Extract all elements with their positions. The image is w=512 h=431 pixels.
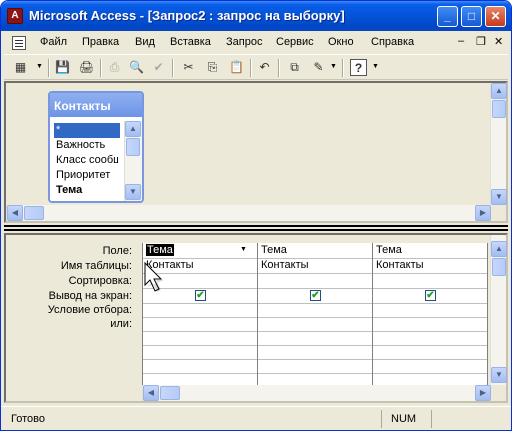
field-cell[interactable]: Тема xyxy=(258,244,287,256)
scroll-thumb[interactable] xyxy=(160,386,180,400)
maximize-button[interactable]: □ xyxy=(461,6,482,27)
field-list-item[interactable]: Важность xyxy=(54,138,118,153)
mdi-close-button[interactable]: ✕ xyxy=(494,35,503,48)
menu-query[interactable]: Запрос xyxy=(226,36,262,48)
row-label-table: Имя таблицы: xyxy=(60,260,132,272)
undo-icon[interactable]: ↶ xyxy=(256,59,273,76)
table-card-title[interactable]: Контакты xyxy=(50,93,142,117)
row-label-or: или: xyxy=(110,318,132,330)
print-icon[interactable]: ⎙ xyxy=(106,59,123,76)
field-list-item[interactable]: Приоритет xyxy=(54,168,118,183)
help-dropdown-icon[interactable]: ▼ xyxy=(372,63,379,70)
table-card-contacts[interactable]: Контакты * Важность Класс сообщения Прио… xyxy=(48,91,144,203)
chevron-down-icon[interactable]: ▼ xyxy=(240,246,247,253)
menu-tools[interactable]: Сервис xyxy=(276,36,314,48)
table-pane-vscrollbar[interactable]: ▲ ▼ xyxy=(490,83,507,205)
grid-vscrollbar[interactable]: ▲ ▼ xyxy=(490,235,507,385)
field-cell[interactable]: Тема ▼ xyxy=(143,244,257,258)
scroll-thumb[interactable] xyxy=(492,100,506,118)
table-pane[interactable]: Контакты * Важность Класс сообщения Прио… xyxy=(4,81,508,223)
design-grid-pane: Поле: Имя таблицы: Сортировка: Вывод на … xyxy=(4,233,508,403)
title-bar[interactable]: A Microsoft Access - [Запрос2 : запрос н… xyxy=(1,1,511,31)
toolbar-separator xyxy=(342,59,344,77)
status-text: Готово xyxy=(11,413,45,425)
run-icon[interactable]: ✎ xyxy=(310,59,327,76)
scroll-left-icon[interactable]: ◀ xyxy=(7,205,23,221)
scroll-up-icon[interactable]: ▲ xyxy=(125,121,141,137)
menu-insert[interactable]: Вставка xyxy=(170,36,211,48)
status-divider xyxy=(431,410,432,428)
field-list-item[interactable]: Класс сообщения xyxy=(54,153,118,168)
menu-bar: Файл Правка Вид Вставка Запрос Сервис Ок… xyxy=(4,32,508,54)
pane-splitter[interactable] xyxy=(4,225,508,231)
query-type-icon[interactable]: ⧉ xyxy=(286,59,303,76)
table-cell[interactable]: Контакты xyxy=(373,259,424,271)
datasheet-view-icon[interactable]: ▦ xyxy=(12,59,29,76)
row-label-sort: Сортировка: xyxy=(68,275,132,287)
field-list-item[interactable]: Тема xyxy=(54,183,118,198)
print-preview-icon[interactable]: 🖨 xyxy=(78,59,95,76)
field-list-scrollbar[interactable]: ▲ ▼ xyxy=(124,121,142,201)
field-cell-value: Тема xyxy=(146,244,174,256)
mdi-minimize-button[interactable]: – xyxy=(458,35,464,47)
scroll-down-icon[interactable]: ▼ xyxy=(491,367,507,383)
toolbar-separator xyxy=(278,59,280,77)
row-label-field: Поле: xyxy=(102,245,132,257)
preview-icon[interactable]: 🔍 xyxy=(128,59,145,76)
field-list-item[interactable]: * xyxy=(54,123,120,138)
menu-window[interactable]: Окно xyxy=(328,36,354,48)
status-divider xyxy=(381,410,382,428)
toolbar-separator xyxy=(48,59,50,77)
toolbar-separator xyxy=(100,59,102,77)
scroll-right-icon[interactable]: ▶ xyxy=(475,385,491,401)
help-icon[interactable]: ? xyxy=(350,59,367,76)
field-cell[interactable]: Тема xyxy=(373,244,402,256)
row-label-criteria: Условие отбора: xyxy=(47,304,132,316)
minimize-button[interactable]: _ xyxy=(437,6,458,27)
num-lock-indicator: NUM xyxy=(391,413,417,425)
access-window: A Microsoft Access - [Запрос2 : запрос н… xyxy=(0,0,512,431)
copy-icon[interactable]: ⎘ xyxy=(204,59,221,76)
save-icon[interactable]: 💾 xyxy=(54,59,71,76)
query-window-icon[interactable] xyxy=(12,36,26,50)
scroll-thumb[interactable] xyxy=(24,206,44,220)
row-label-show: Вывод на экран: xyxy=(48,290,132,302)
design-grid[interactable]: Тема ▼ Контакты ✔ Тема Контакты ✔ Тема К… xyxy=(142,243,488,388)
status-bar: Готово NUM xyxy=(1,406,511,430)
scroll-thumb[interactable] xyxy=(492,258,506,276)
paste-icon[interactable]: 📋 xyxy=(228,59,245,76)
close-button[interactable]: ✕ xyxy=(485,6,506,27)
table-cell[interactable]: Контакты xyxy=(258,259,309,271)
show-checkbox[interactable]: ✔ xyxy=(310,290,321,301)
spelling-icon[interactable]: ✔ xyxy=(150,59,167,76)
menu-edit[interactable]: Правка xyxy=(82,36,119,48)
cut-icon[interactable]: ✂ xyxy=(180,59,197,76)
table-pane-hscrollbar[interactable]: ◀ ▶ xyxy=(6,205,491,221)
scroll-down-icon[interactable]: ▼ xyxy=(125,184,141,200)
show-checkbox[interactable]: ✔ xyxy=(195,290,206,301)
menu-view[interactable]: Вид xyxy=(135,36,155,48)
mdi-restore-button[interactable]: ❐ xyxy=(476,35,486,48)
grid-hscrollbar[interactable]: ◀ ▶ xyxy=(142,385,491,401)
toolbar-separator xyxy=(250,59,252,77)
view-dropdown-icon[interactable]: ▼ xyxy=(36,63,43,70)
show-checkbox[interactable]: ✔ xyxy=(425,290,436,301)
window-title: Microsoft Access - [Запрос2 : запрос на … xyxy=(29,8,345,23)
scroll-up-icon[interactable]: ▲ xyxy=(491,241,507,257)
query-type-dropdown-icon[interactable]: ▼ xyxy=(330,63,337,70)
scroll-thumb[interactable] xyxy=(126,138,140,156)
scroll-left-icon[interactable]: ◀ xyxy=(143,385,159,401)
scroll-right-icon[interactable]: ▶ xyxy=(475,205,491,221)
access-icon[interactable]: A xyxy=(7,8,23,24)
scroll-down-icon[interactable]: ▼ xyxy=(491,189,507,205)
query-design-toolbar: ▦ ▼ 💾 🖨 ⎙ 🔍 ✔ ✂ ⎘ 📋 ↶ ⧉ ✎ ▼ ? ▼ xyxy=(4,54,508,80)
mouse-cursor-icon xyxy=(144,261,164,292)
toolbar-separator xyxy=(172,59,174,77)
menu-help[interactable]: Справка xyxy=(371,36,414,48)
scroll-up-icon[interactable]: ▲ xyxy=(491,83,507,99)
menu-file[interactable]: Файл xyxy=(40,36,67,48)
